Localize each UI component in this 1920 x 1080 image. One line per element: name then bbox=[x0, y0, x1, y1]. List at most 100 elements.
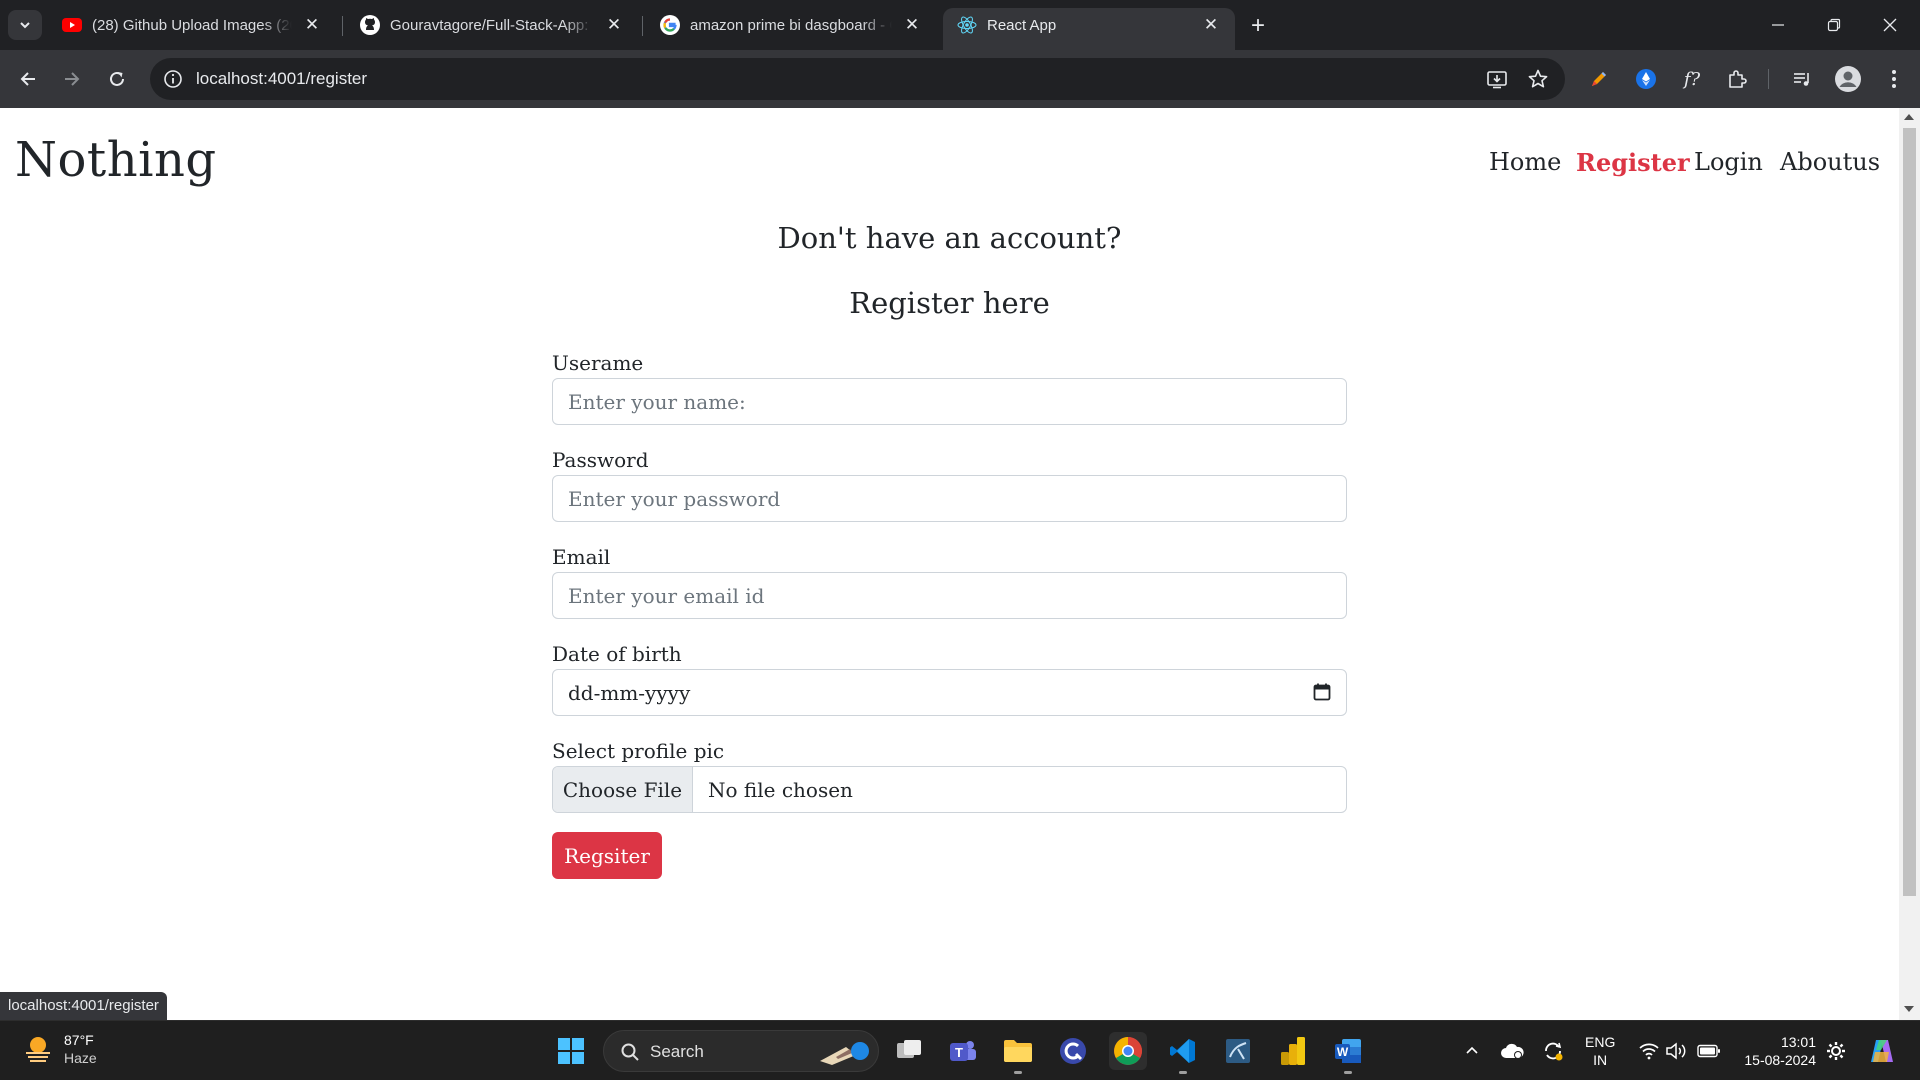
restore-icon bbox=[1827, 18, 1841, 32]
tab-github[interactable]: Gouravtagore/Full-Stack-App: Full Stack … bbox=[346, 8, 638, 42]
nav-link-home[interactable]: Home bbox=[1489, 148, 1561, 176]
gear-notification-icon bbox=[1827, 1042, 1845, 1060]
page-scrollbar[interactable] bbox=[1899, 108, 1920, 1020]
password-input[interactable] bbox=[552, 475, 1347, 522]
bookmark-star-icon[interactable] bbox=[1526, 67, 1550, 91]
restore-button[interactable] bbox=[1814, 10, 1854, 40]
vscode-app[interactable] bbox=[1164, 1032, 1202, 1074]
form-subheading: Register here bbox=[849, 286, 1050, 320]
sync-tray[interactable] bbox=[1541, 1039, 1565, 1063]
tab-title: Gouravtagore/Full-Stack-App: Full Stack … bbox=[390, 16, 594, 34]
ethereum-extension-icon[interactable] bbox=[1632, 65, 1660, 93]
username-label: Userame bbox=[552, 351, 644, 375]
react-icon bbox=[957, 15, 977, 35]
close-window-button[interactable] bbox=[1870, 10, 1910, 40]
svg-text:T: T bbox=[955, 1045, 963, 1060]
start-button[interactable] bbox=[552, 1032, 590, 1070]
tab-search-button[interactable] bbox=[8, 10, 42, 40]
register-submit-button[interactable]: Regsiter bbox=[552, 832, 662, 879]
chrome-app[interactable] bbox=[1109, 1032, 1147, 1070]
password-label: Password bbox=[552, 448, 649, 472]
close-tab-icon[interactable]: ✕ bbox=[902, 15, 922, 35]
reload-button[interactable] bbox=[101, 63, 133, 95]
close-tab-icon[interactable]: ✕ bbox=[604, 15, 624, 35]
site-info-icon[interactable] bbox=[162, 68, 184, 90]
new-tab-button[interactable]: + bbox=[1244, 12, 1272, 40]
choose-file-button[interactable]: Choose File bbox=[553, 767, 693, 812]
workbench-icon bbox=[1226, 1039, 1250, 1063]
browser-tab-strip: (28) Github Upload Images (2024) ✕ Goura… bbox=[0, 0, 1920, 50]
profile-pic-input[interactable]: Choose File No file chosen bbox=[552, 766, 1347, 813]
wifi-icon bbox=[1639, 1043, 1659, 1060]
lang-code: ENG bbox=[1585, 1034, 1616, 1050]
haze-sun-icon bbox=[26, 1037, 50, 1062]
volume-tray[interactable] bbox=[1664, 1039, 1688, 1063]
wifi-tray[interactable] bbox=[1637, 1039, 1661, 1063]
nav-link-login[interactable]: Login bbox=[1694, 148, 1763, 176]
tab-title: React App bbox=[987, 16, 1057, 34]
weather-widget[interactable]: 87°F Haze bbox=[20, 1031, 97, 1067]
sync-icon bbox=[1545, 1042, 1563, 1061]
minimize-icon bbox=[1772, 24, 1784, 26]
task-view-button[interactable] bbox=[890, 1032, 928, 1070]
c-app-icon bbox=[1060, 1038, 1086, 1064]
back-button[interactable] bbox=[12, 63, 44, 95]
install-app-icon[interactable] bbox=[1485, 67, 1509, 91]
formula-extension-icon[interactable]: f? bbox=[1678, 65, 1706, 93]
cloud-icon bbox=[1501, 1043, 1524, 1059]
scrollbar-thumb[interactable] bbox=[1903, 128, 1916, 896]
word-app[interactable]: W bbox=[1329, 1032, 1367, 1074]
browser-menu-icon[interactable] bbox=[1880, 65, 1908, 93]
show-hidden-icons-button[interactable] bbox=[1460, 1039, 1484, 1063]
copilot-button[interactable] bbox=[1866, 1035, 1898, 1067]
mysql-workbench-app[interactable] bbox=[1219, 1032, 1257, 1070]
browser-toolbar: localhost:4001/register f? bbox=[0, 50, 1920, 108]
tab-title: amazon prime bi dasgboard - Google Searc… bbox=[690, 16, 892, 34]
media-controls-icon[interactable] bbox=[1788, 65, 1816, 93]
calendar-icon[interactable] bbox=[1312, 682, 1332, 702]
taskbar-search-box[interactable]: Search bbox=[603, 1030, 879, 1072]
email-input[interactable] bbox=[552, 572, 1347, 619]
profile-avatar[interactable] bbox=[1834, 65, 1862, 93]
clock-date: 15-08-2024 bbox=[1744, 1052, 1816, 1068]
forward-button[interactable] bbox=[56, 63, 88, 95]
nav-link-register[interactable]: Register bbox=[1576, 148, 1690, 177]
taskbar-search-label: Search bbox=[650, 1042, 704, 1061]
cortana-app[interactable] bbox=[1054, 1032, 1092, 1070]
power-bi-app[interactable] bbox=[1274, 1032, 1312, 1070]
nav-link-aboutus[interactable]: Aboutus bbox=[1780, 148, 1880, 176]
profile-pic-label: Select profile pic bbox=[552, 739, 725, 763]
teams-app[interactable]: T bbox=[944, 1032, 982, 1070]
lang-region: IN bbox=[1593, 1052, 1608, 1068]
close-tab-icon[interactable]: ✕ bbox=[302, 15, 322, 35]
weather-condition: Haze bbox=[64, 1050, 97, 1066]
svg-text:W: W bbox=[1337, 1045, 1349, 1059]
brand-logo[interactable]: Nothing bbox=[15, 132, 217, 188]
windows-taskbar: 87°F Haze Search T W ENG IN 13:01 15-08-… bbox=[0, 1020, 1920, 1080]
extensions-puzzle-icon[interactable] bbox=[1723, 65, 1751, 93]
username-input[interactable] bbox=[552, 378, 1347, 425]
tab-youtube[interactable]: (28) Github Upload Images (2024) ✕ bbox=[48, 8, 336, 42]
chevron-down-icon bbox=[20, 22, 30, 29]
tab-title: (28) Github Upload Images (2024) bbox=[92, 16, 292, 34]
scroll-down-arrow-icon[interactable] bbox=[1904, 1006, 1914, 1012]
power-bi-icon bbox=[1281, 1037, 1305, 1065]
tab-google[interactable]: amazon prime bi dasgboard - Google Searc… bbox=[646, 8, 936, 42]
close-tab-icon[interactable]: ✕ bbox=[1201, 15, 1221, 35]
pen-extension-icon[interactable] bbox=[1585, 65, 1613, 93]
email-label: Email bbox=[552, 545, 611, 569]
address-bar[interactable]: localhost:4001/register bbox=[150, 58, 1565, 100]
input-language-indicator[interactable]: ENG IN bbox=[1585, 1033, 1615, 1069]
system-clock[interactable]: 13:01 15-08-2024 bbox=[1693, 1033, 1816, 1069]
scroll-up-arrow-icon[interactable] bbox=[1904, 114, 1914, 120]
minimize-button[interactable] bbox=[1758, 10, 1798, 40]
close-icon bbox=[1883, 18, 1897, 32]
notification-settings-tray[interactable] bbox=[1824, 1039, 1848, 1063]
onedrive-tray[interactable] bbox=[1500, 1039, 1524, 1063]
dob-input[interactable]: dd-mm-yyyy bbox=[552, 669, 1347, 716]
tab-react-app[interactable]: React App ✕ bbox=[943, 8, 1235, 50]
copilot-icon bbox=[1871, 1040, 1893, 1062]
url-text[interactable]: localhost:4001/register bbox=[196, 69, 367, 89]
file-explorer-app[interactable] bbox=[999, 1032, 1037, 1074]
dob-label: Date of birth bbox=[552, 642, 682, 666]
